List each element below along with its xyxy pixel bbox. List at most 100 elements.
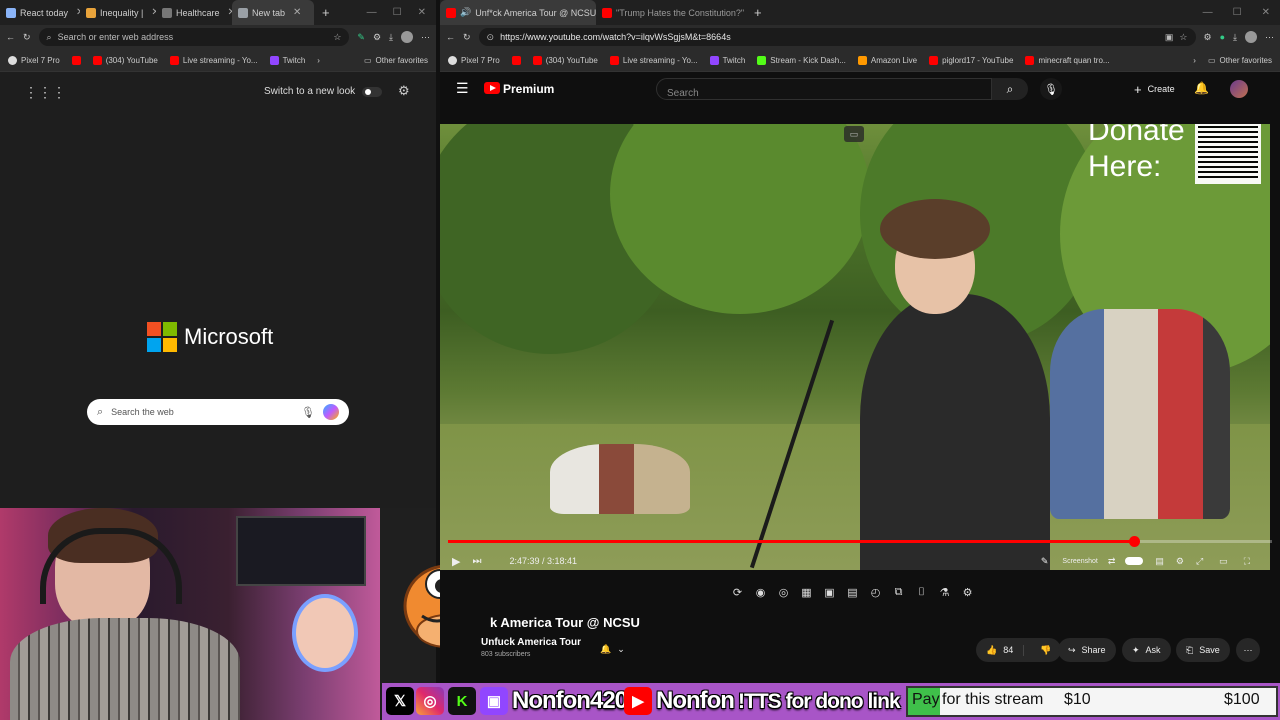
bookmark-304-youtube[interactable]: (304) YouTube (92, 55, 158, 65)
maximize-icon[interactable]: ☐ (1233, 7, 1242, 18)
extension-settings-icon[interactable]: ⚙ (960, 585, 975, 600)
bookmark-kick[interactable]: Stream - Kick Dash... (757, 55, 846, 65)
hamburger-menu-icon[interactable]: ☰ (456, 80, 469, 97)
web-search-box[interactable]: ⌕ Search the web 🎙 (87, 399, 349, 425)
other-favorites[interactable]: ▭ Other favorites (364, 56, 428, 65)
video-icon[interactable]: ▦ (799, 585, 814, 600)
bookmark-live-streaming[interactable]: Live streaming - Yo... (169, 55, 258, 65)
left-tab-0[interactable]: React today ✕ (0, 0, 80, 25)
favorite-star-icon[interactable]: ☆ (333, 32, 341, 43)
video-player[interactable]: Donate Here: ▭ (440, 124, 1270, 570)
theater-mode-icon[interactable]: ▭ (1219, 556, 1228, 567)
right-tab-0[interactable]: 🔊 Unf*ck America Tour @ NCSU ✕ (440, 0, 596, 25)
bookmark-youtube[interactable] (71, 55, 81, 65)
swap-icon[interactable]: ⇄ (1108, 556, 1116, 567)
bookmark-twitch[interactable]: Twitch (269, 55, 305, 65)
window-close-icon[interactable]: ✕ (418, 7, 426, 18)
screenshot-label[interactable]: Screenshot (1062, 558, 1097, 565)
right-address-bar[interactable]: ⊙ https://www.youtube.com/watch?v=ilqvWs… (478, 28, 1196, 46)
pen-icon[interactable]: ✎ (1041, 556, 1049, 567)
loop-icon[interactable]: ⟳ (730, 585, 745, 600)
bookmark-304-youtube[interactable]: (304) YouTube (532, 55, 598, 65)
copilot-icon[interactable] (323, 404, 339, 420)
minimize-icon[interactable]: — (367, 7, 377, 18)
youtube-search-input[interactable]: Search (656, 78, 992, 100)
voice-search-icon[interactable]: 🎙 (1040, 78, 1062, 100)
extension-icon[interactable]: ⚙ (373, 32, 381, 43)
bookmark-live-streaming[interactable]: Live streaming - Yo... (609, 55, 698, 65)
audio-icon[interactable]: ◉ (753, 585, 768, 600)
window-close-icon[interactable]: ✕ (1262, 7, 1270, 18)
grammarly-icon[interactable]: ● (1220, 32, 1225, 42)
favorite-star-icon[interactable]: ☆ (1179, 32, 1187, 43)
pen-extension-icon[interactable]: ✎ (357, 32, 365, 43)
left-address-bar[interactable]: ⌕ Search or enter web address ☆ (38, 28, 350, 46)
youtube-search-button[interactable]: ⌕ (992, 78, 1028, 100)
toggle-switch[interactable] (362, 87, 382, 97)
create-button[interactable]: + Create (1124, 77, 1185, 101)
close-icon[interactable]: ✕ (293, 7, 301, 18)
apps-grid-icon[interactable]: ⋮⋮⋮ (24, 84, 66, 101)
donation-qr-code-icon[interactable] (1195, 124, 1261, 184)
more-actions-button[interactable]: ⋯ (1236, 638, 1260, 662)
crop-icon[interactable]: ▣ (822, 585, 837, 600)
fullscreen-expand-icon[interactable]: ⤢ (1196, 556, 1203, 567)
new-tab-icon[interactable]: + (322, 5, 330, 20)
camera-icon[interactable]: ⌷ (914, 585, 929, 600)
ask-button[interactable]: ✦ Ask (1122, 638, 1171, 662)
new-tab-icon[interactable]: + (754, 5, 762, 20)
site-info-icon[interactable]: ⊙ (487, 32, 495, 43)
back-icon[interactable]: ← (6, 32, 15, 42)
audio-playing-icon[interactable]: 🔊 (460, 7, 471, 18)
left-tab-3[interactable]: New tab ✕ (232, 0, 314, 25)
extension-icon[interactable]: ⚙ (1204, 32, 1212, 43)
chevron-right-icon[interactable]: › (1193, 56, 1196, 65)
maximize-icon[interactable]: ☐ (393, 7, 402, 18)
gear-icon[interactable]: ⚙ (398, 83, 410, 99)
right-tab-1[interactable]: "Trump Hates the Constitution?" ✕ (596, 0, 748, 25)
bookmark-amazon-live[interactable]: Amazon Live (857, 55, 917, 65)
more-menu-icon[interactable]: ⋯ (1265, 32, 1274, 43)
account-avatar[interactable] (1230, 80, 1248, 98)
settings-gear-icon[interactable]: ⚙ (1176, 556, 1184, 567)
popout-icon[interactable]: ⧉ (891, 585, 906, 600)
play-pause-icon[interactable]: ▶ (452, 555, 460, 568)
autoplay-toggle[interactable] (1125, 557, 1144, 565)
fullscreen-icon[interactable]: ⛶ (1244, 556, 1250, 567)
microphone-icon[interactable]: 🎙 (301, 406, 315, 419)
other-favorites[interactable]: ▭ Other favorites (1208, 56, 1272, 65)
miniplayer-icon[interactable]: ▭ (844, 126, 864, 142)
share-button[interactable]: ↪ Share (1058, 638, 1116, 662)
left-tab-1[interactable]: Inequality | ✕ (80, 0, 156, 25)
save-button[interactable]: ⎗ Save (1176, 638, 1230, 662)
bookmark-minecraft[interactable]: minecraft quan tro... (1025, 55, 1110, 65)
eye-icon[interactable]: ◎ (776, 585, 791, 600)
flask-icon[interactable]: ⚗ (937, 585, 952, 600)
dislike-button[interactable]: 👎 (1030, 645, 1061, 656)
like-button[interactable]: 👍 84 (976, 644, 1025, 656)
chevron-right-icon[interactable]: › (317, 56, 320, 65)
bookmark-youtube[interactable] (511, 55, 521, 65)
subtitles-icon[interactable]: ▤ (1155, 556, 1164, 567)
bookmark-piglord[interactable]: piglord17 - YouTube (929, 55, 1013, 65)
left-tab-2[interactable]: Healthcare ✕ (156, 0, 232, 25)
subscribe-notifications-button[interactable]: 🔔 ⌄ (590, 637, 635, 661)
split-screen-icon[interactable]: ▣ (1165, 32, 1174, 43)
bookmark-pixel[interactable]: Pixel 7 Pro (448, 55, 500, 65)
layout-icon[interactable]: ▤ (845, 585, 860, 600)
speedometer-icon[interactable]: ◴ (868, 585, 883, 600)
channel-name[interactable]: Unfuck America Tour (481, 637, 581, 648)
bookmark-pixel[interactable]: Pixel 7 Pro (8, 55, 60, 65)
more-menu-icon[interactable]: ⋯ (421, 32, 430, 43)
minimize-icon[interactable]: — (1203, 7, 1213, 18)
profile-avatar-icon[interactable] (1245, 31, 1257, 43)
download-icon[interactable]: ⤓ (1233, 32, 1237, 43)
refresh-icon[interactable]: ↻ (23, 32, 31, 43)
bookmark-twitch[interactable]: Twitch (709, 55, 745, 65)
profile-avatar-icon[interactable] (401, 31, 413, 43)
notifications-bell-icon[interactable]: 🔔 (1194, 81, 1209, 95)
next-icon[interactable]: ⏭ (472, 556, 481, 567)
progress-bar[interactable] (448, 536, 1272, 547)
refresh-icon[interactable]: ↻ (463, 32, 471, 43)
download-icon[interactable]: ⤓ (389, 32, 393, 43)
